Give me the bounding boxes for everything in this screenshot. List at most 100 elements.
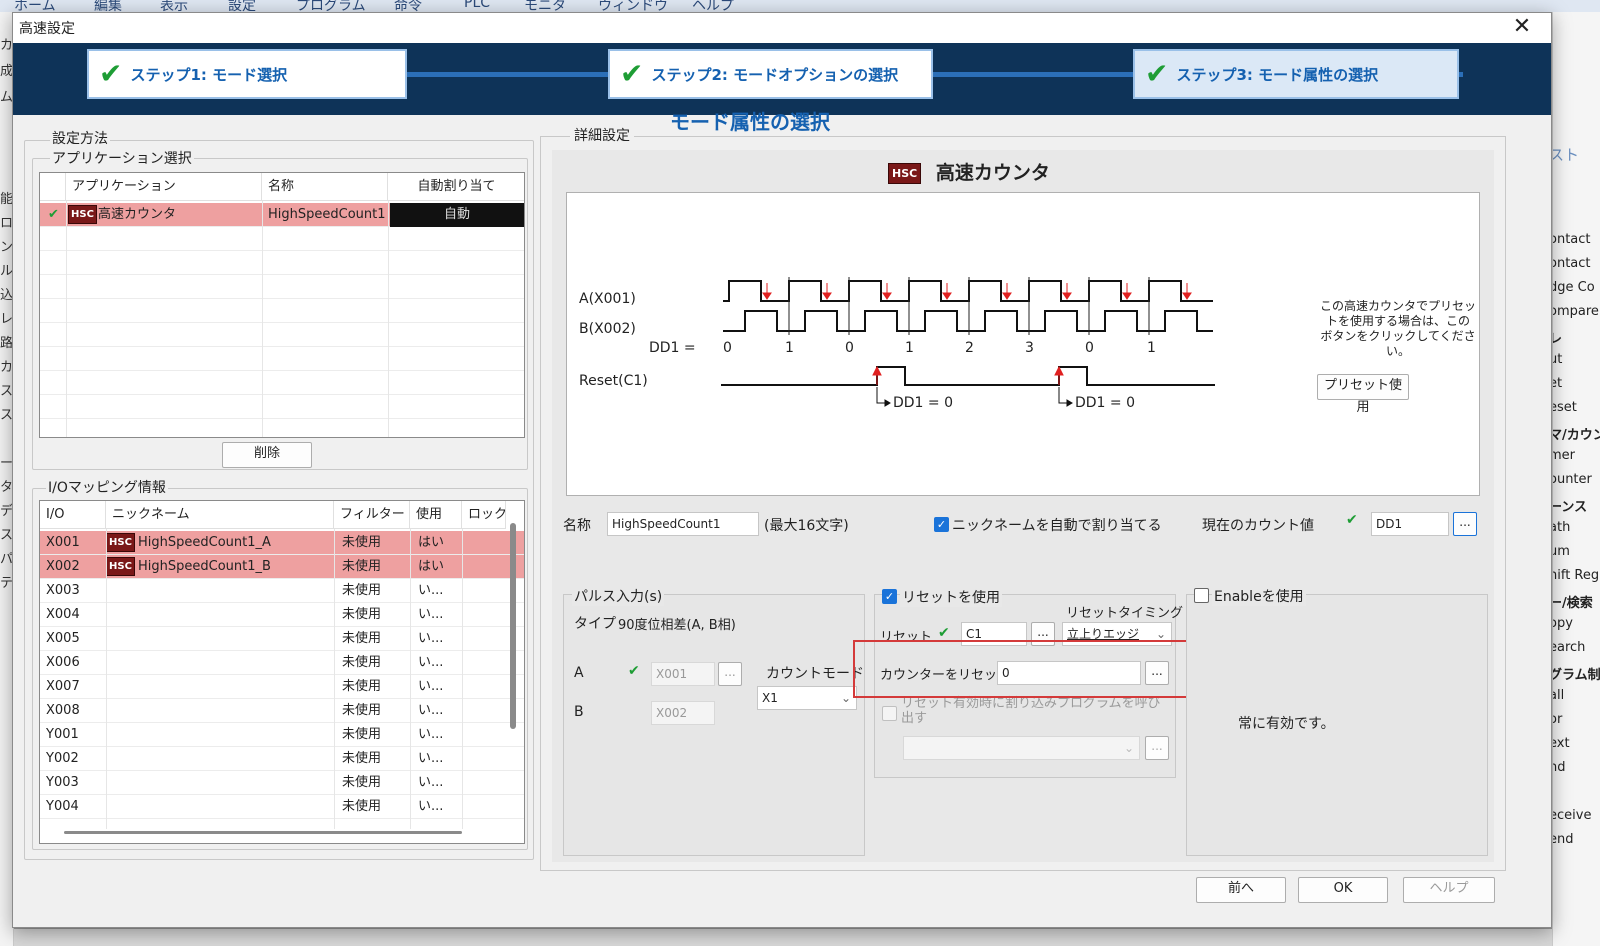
vertical-scrollbar[interactable]: [510, 523, 516, 729]
table-row[interactable]: X004 未使用 い...: [40, 603, 524, 627]
back-button[interactable]: 前へ: [1196, 877, 1286, 903]
table-header[interactable]: I/O: [40, 501, 106, 529]
count-mode-select[interactable]: X1 ⌄: [757, 686, 857, 710]
bg-menu-item[interactable]: ウィンドウ: [598, 0, 668, 12]
use-cell: い...: [418, 655, 444, 670]
a-browse-button[interactable]: ...: [718, 662, 742, 686]
bg-right-text[interactable]: or: [1553, 712, 1562, 727]
table-row[interactable]: X003 未使用 い...: [40, 579, 524, 603]
preset-button[interactable]: プリセット使用: [1317, 374, 1409, 415]
bg-right-text[interactable]: ut: [1553, 352, 1562, 367]
label-b: B(X002): [579, 321, 636, 337]
nickname-cell: [134, 699, 138, 723]
table-row[interactable]: Y003 未使用 い...: [40, 771, 524, 795]
check-icon: ✔: [48, 207, 59, 222]
bg-right-text[interactable]: eceive: [1553, 808, 1591, 823]
interrupt-browse-button[interactable]: ...: [1145, 736, 1169, 760]
interrupt-checkbox[interactable]: [882, 706, 897, 721]
table-row[interactable]: X008 未使用 い...: [40, 699, 524, 723]
auto-cell: 自動: [390, 203, 524, 227]
nickname-cell: [134, 627, 138, 651]
table-header[interactable]: 自動割り当て: [388, 173, 524, 201]
bg-right-text[interactable]: ompare: [1553, 304, 1599, 319]
use-reset-label: リセットを使用: [900, 587, 1002, 607]
bg-right-text[interactable]: um: [1553, 544, 1570, 559]
bg-right-text[interactable]: mer: [1553, 448, 1575, 463]
bg-right-text: ーンス: [1552, 500, 1588, 515]
table-header[interactable]: 名称: [262, 173, 388, 201]
b-input[interactable]: X002: [651, 701, 715, 725]
table-row[interactable]: X002 HSC HighSpeedCount1_B 未使用 はい: [40, 555, 524, 579]
name-cell: HighSpeedCount1: [268, 207, 386, 222]
table-header[interactable]: アプリケーション: [66, 173, 262, 201]
bg-right-text[interactable]: eset: [1553, 400, 1577, 415]
step-1[interactable]: ✔ ステップ1: モード選択: [87, 49, 407, 99]
io-cell: X007: [46, 679, 80, 694]
bg-right-text[interactable]: opy: [1553, 616, 1573, 631]
table-row[interactable]: X001 HSC HighSpeedCount1_A 未使用 はい: [40, 531, 524, 555]
bg-right-text[interactable]: ext: [1553, 736, 1570, 751]
bg-right-text[interactable]: dge Co: [1553, 280, 1595, 295]
bg-right-text[interactable]: hift Reg: [1553, 568, 1599, 583]
table-header[interactable]: ロック: [462, 501, 506, 529]
io-cell: Y003: [46, 775, 79, 790]
bg-right-text[interactable]: earch: [1553, 640, 1585, 655]
current-count-input[interactable]: DD1: [1371, 512, 1449, 536]
bg-menu-item[interactable]: モニタ: [524, 0, 566, 12]
interrupt-program-select[interactable]: ⌄: [903, 736, 1140, 760]
bg-menu-item[interactable]: 設定: [228, 0, 256, 12]
table-header[interactable]: 使用: [410, 501, 462, 529]
table-row[interactable]: X005 未使用 い...: [40, 627, 524, 651]
filter-cell: 未使用: [342, 727, 382, 742]
io-cell: X004: [46, 607, 80, 622]
detail-settings-title: 詳細設定: [570, 125, 634, 145]
auto-nickname-checkbox[interactable]: ✓: [934, 517, 949, 532]
bg-right-text[interactable]: ath: [1553, 520, 1570, 535]
settings-method-title: 設定方法: [50, 128, 110, 148]
bg-menu-item[interactable]: 表示: [160, 0, 188, 12]
bg-right-text[interactable]: ontact: [1553, 232, 1591, 247]
type-value: 90度位相差(A, B相): [618, 618, 736, 633]
name-input[interactable]: HighSpeedCount1: [607, 512, 759, 536]
step-2[interactable]: ✔ ステップ2: モードオプションの選択: [608, 49, 933, 99]
bg-right-text[interactable]: nd: [1553, 760, 1566, 775]
bg-right-text[interactable]: all: [1553, 688, 1564, 703]
bg-menu-item[interactable]: ヘルプ: [692, 0, 734, 12]
background-menubar: ホーム 編集 表示 設定 プログラム 命令 PLC モニタ ウィンドウ ヘルプ: [0, 0, 1600, 12]
table-row[interactable]: Y001 未使用 い...: [40, 723, 524, 747]
application-group-title: アプリケーション選択: [50, 148, 194, 168]
use-enable-label: Enableを使用: [1212, 586, 1306, 606]
falling-edge-markers: [762, 283, 1192, 300]
bg-menu-item[interactable]: 編集: [94, 0, 122, 12]
delete-button[interactable]: 削除: [222, 442, 312, 468]
nickname-cell: HighSpeedCount1_A: [138, 535, 271, 550]
step-label: ステップ1: モード選択: [130, 65, 288, 84]
table-row[interactable]: X007 未使用 い...: [40, 675, 524, 699]
use-enable-checkbox[interactable]: [1194, 588, 1209, 603]
use-reset-checkbox[interactable]: ✓: [882, 589, 897, 604]
bg-right-text[interactable]: end: [1553, 832, 1574, 847]
table-row[interactable]: ✔ HSC 高速カウンタ HighSpeedCount1 自動: [40, 203, 524, 227]
ok-button[interactable]: OK: [1298, 877, 1388, 903]
bg-right-text[interactable]: ounter: [1553, 472, 1592, 487]
close-button[interactable]: ✕: [1499, 14, 1545, 42]
table-row[interactable]: Y002 未使用 い...: [40, 747, 524, 771]
help-button[interactable]: ヘルプ: [1403, 877, 1495, 903]
bg-menu-item[interactable]: 命令: [394, 0, 422, 12]
table-row[interactable]: X006 未使用 い...: [40, 651, 524, 675]
bg-menu-item[interactable]: PLC: [464, 0, 490, 11]
count-value: 1: [905, 340, 914, 356]
a-input[interactable]: X001: [651, 662, 715, 686]
bg-right-text[interactable]: et: [1553, 376, 1562, 391]
horizontal-scrollbar[interactable]: [64, 831, 462, 834]
current-count-browse-button[interactable]: ...: [1453, 512, 1477, 536]
bg-menu-item[interactable]: ホーム: [14, 0, 56, 12]
table-row[interactable]: Y004 未使用 い...: [40, 795, 524, 819]
table-header[interactable]: ニックネーム: [106, 501, 334, 529]
step-3[interactable]: ✔ ステップ3: モード属性の選択: [1133, 49, 1459, 99]
filter-cell: 未使用: [342, 775, 382, 790]
bg-menu-item[interactable]: プログラム: [296, 0, 366, 12]
type-label: タイプ: [574, 616, 616, 632]
bg-right-text[interactable]: ontact: [1553, 256, 1591, 271]
table-header[interactable]: フィルター: [334, 501, 410, 529]
